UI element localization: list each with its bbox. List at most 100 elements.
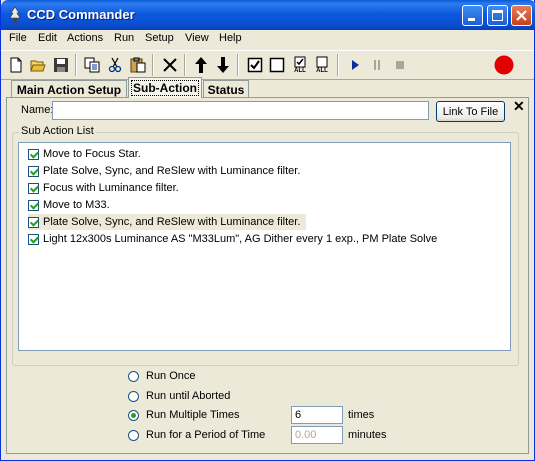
list-item[interactable]: Plate Solve, Sync, and ReSlew with Lumin…: [28, 163, 300, 179]
toolbar-separator: [237, 54, 239, 76]
minutes-unit-label: minutes: [348, 429, 387, 441]
list-item-selected[interactable]: Plate Solve, Sync, and ReSlew with Lumin…: [28, 214, 307, 230]
pause-icon: [374, 60, 380, 70]
radio-run-until-aborted[interactable]: Run until Aborted: [128, 390, 230, 402]
paste-icon: [130, 57, 146, 73]
menu-edit[interactable]: Edit: [38, 32, 57, 44]
tab-status[interactable]: Status: [203, 80, 249, 98]
record-status-icon: [494, 55, 514, 75]
paste-button[interactable]: [127, 54, 149, 76]
minimize-button[interactable]: [462, 5, 483, 26]
uncheck-icon: [269, 57, 285, 73]
uncheck-all-label: ALL: [316, 68, 328, 74]
radio-run-for-period[interactable]: Run for a Period of Time: [128, 429, 265, 441]
uncheck-all-button[interactable]: ALL: [311, 54, 333, 76]
move-down-icon: [217, 57, 229, 73]
delete-icon: [163, 58, 177, 72]
list-item-label: Move to Focus Star.: [43, 148, 141, 160]
play-icon: [352, 60, 359, 70]
list-item-label: Light 12x300s Luminance AS "M33Lum", AG …: [43, 233, 438, 245]
status-indicator: [492, 53, 516, 77]
tab-main-action-setup[interactable]: Main Action Setup: [11, 80, 127, 98]
checkbox[interactable]: [28, 148, 39, 160]
name-label: Name:: [21, 104, 54, 116]
copy-icon: [84, 57, 100, 73]
checkbox[interactable]: [28, 165, 39, 177]
stop-button[interactable]: [389, 54, 411, 76]
check-all-label: ALL: [294, 68, 306, 74]
toolbar: ALL ALL: [1, 50, 534, 80]
open-button[interactable]: [27, 54, 49, 76]
toolbar-separator: [337, 54, 339, 76]
sub-action-list-title: Sub Action List: [19, 125, 96, 137]
check-all-button[interactable]: ALL: [289, 54, 311, 76]
copy-button[interactable]: [81, 54, 103, 76]
link-to-file-button[interactable]: Link To File: [436, 101, 505, 122]
radio-button-selected[interactable]: [128, 409, 139, 421]
list-item[interactable]: Move to Focus Star.: [28, 146, 141, 162]
name-input[interactable]: [52, 101, 429, 120]
radio-button[interactable]: [128, 370, 139, 382]
radio-run-once[interactable]: Run Once: [128, 370, 196, 382]
new-button[interactable]: [5, 54, 27, 76]
new-file-icon: [10, 57, 22, 73]
run-button[interactable]: [344, 54, 366, 76]
app-window: CCD Commander File Edit Actions Run Setu…: [0, 0, 535, 461]
title-bar[interactable]: CCD Commander: [1, 0, 535, 30]
close-icon[interactable]: ✕: [513, 98, 525, 115]
list-item[interactable]: Move to M33.: [28, 197, 110, 213]
minimize-icon: [468, 18, 475, 21]
uncheck-all-icon: [316, 56, 328, 68]
toolbar-separator: [152, 54, 154, 76]
save-icon: [54, 58, 68, 72]
maximize-icon: [492, 10, 503, 21]
move-up-button[interactable]: [190, 54, 212, 76]
open-folder-icon: [30, 60, 46, 72]
uncheck-button[interactable]: [266, 54, 288, 76]
radio-label: Run for a Period of Time: [146, 429, 266, 441]
close-icon: [516, 10, 527, 21]
radio-label: Run until Aborted: [146, 390, 231, 402]
list-item-label: Plate Solve, Sync, and ReSlew with Lumin…: [43, 216, 301, 228]
cut-button[interactable]: [104, 54, 126, 76]
tab-sub-action-label: Sub-Action: [131, 80, 199, 96]
check-button[interactable]: [244, 54, 266, 76]
move-down-button[interactable]: [212, 54, 234, 76]
checkbox[interactable]: [28, 233, 39, 245]
tab-sub-action[interactable]: Sub-Action: [128, 77, 202, 98]
toolbar-separator: [184, 54, 186, 76]
menu-view[interactable]: View: [185, 32, 209, 44]
cut-icon: [108, 57, 122, 73]
check-icon: [247, 57, 263, 73]
radio-button[interactable]: [128, 390, 139, 402]
menu-setup[interactable]: Setup: [145, 32, 174, 44]
radio-run-multiple-times[interactable]: Run Multiple Times: [128, 409, 240, 421]
save-button[interactable]: [50, 54, 72, 76]
radio-label: Run Once: [146, 370, 196, 382]
checkbox[interactable]: [28, 199, 39, 211]
menu-run[interactable]: Run: [114, 32, 134, 44]
checkbox[interactable]: [28, 182, 39, 194]
list-item[interactable]: Focus with Luminance filter.: [28, 180, 179, 196]
close-window-button[interactable]: [511, 5, 532, 26]
toolbar-separator: [75, 54, 77, 76]
list-item[interactable]: Light 12x300s Luminance AS "M33Lum", AG …: [28, 231, 437, 247]
window-title: CCD Commander: [27, 7, 135, 22]
menu-actions[interactable]: Actions: [67, 32, 103, 44]
app-logo-icon: [9, 6, 21, 23]
delete-button[interactable]: [159, 54, 181, 76]
menu-bar: File Edit Actions Run Setup View Help: [1, 30, 534, 48]
list-item-label: Move to M33.: [43, 199, 110, 211]
checkbox[interactable]: [28, 216, 39, 228]
maximize-button[interactable]: [487, 5, 508, 26]
stop-icon: [396, 61, 404, 69]
minutes-input: [291, 426, 343, 444]
sub-action-listbox[interactable]: Move to Focus Star. Plate Solve, Sync, a…: [18, 142, 511, 351]
check-all-icon: [294, 56, 306, 68]
menu-help[interactable]: Help: [219, 32, 242, 44]
pause-button[interactable]: [366, 54, 388, 76]
menu-file[interactable]: File: [9, 32, 27, 44]
radio-button[interactable]: [128, 429, 139, 441]
times-unit-label: times: [348, 409, 375, 421]
times-input[interactable]: [291, 406, 343, 424]
